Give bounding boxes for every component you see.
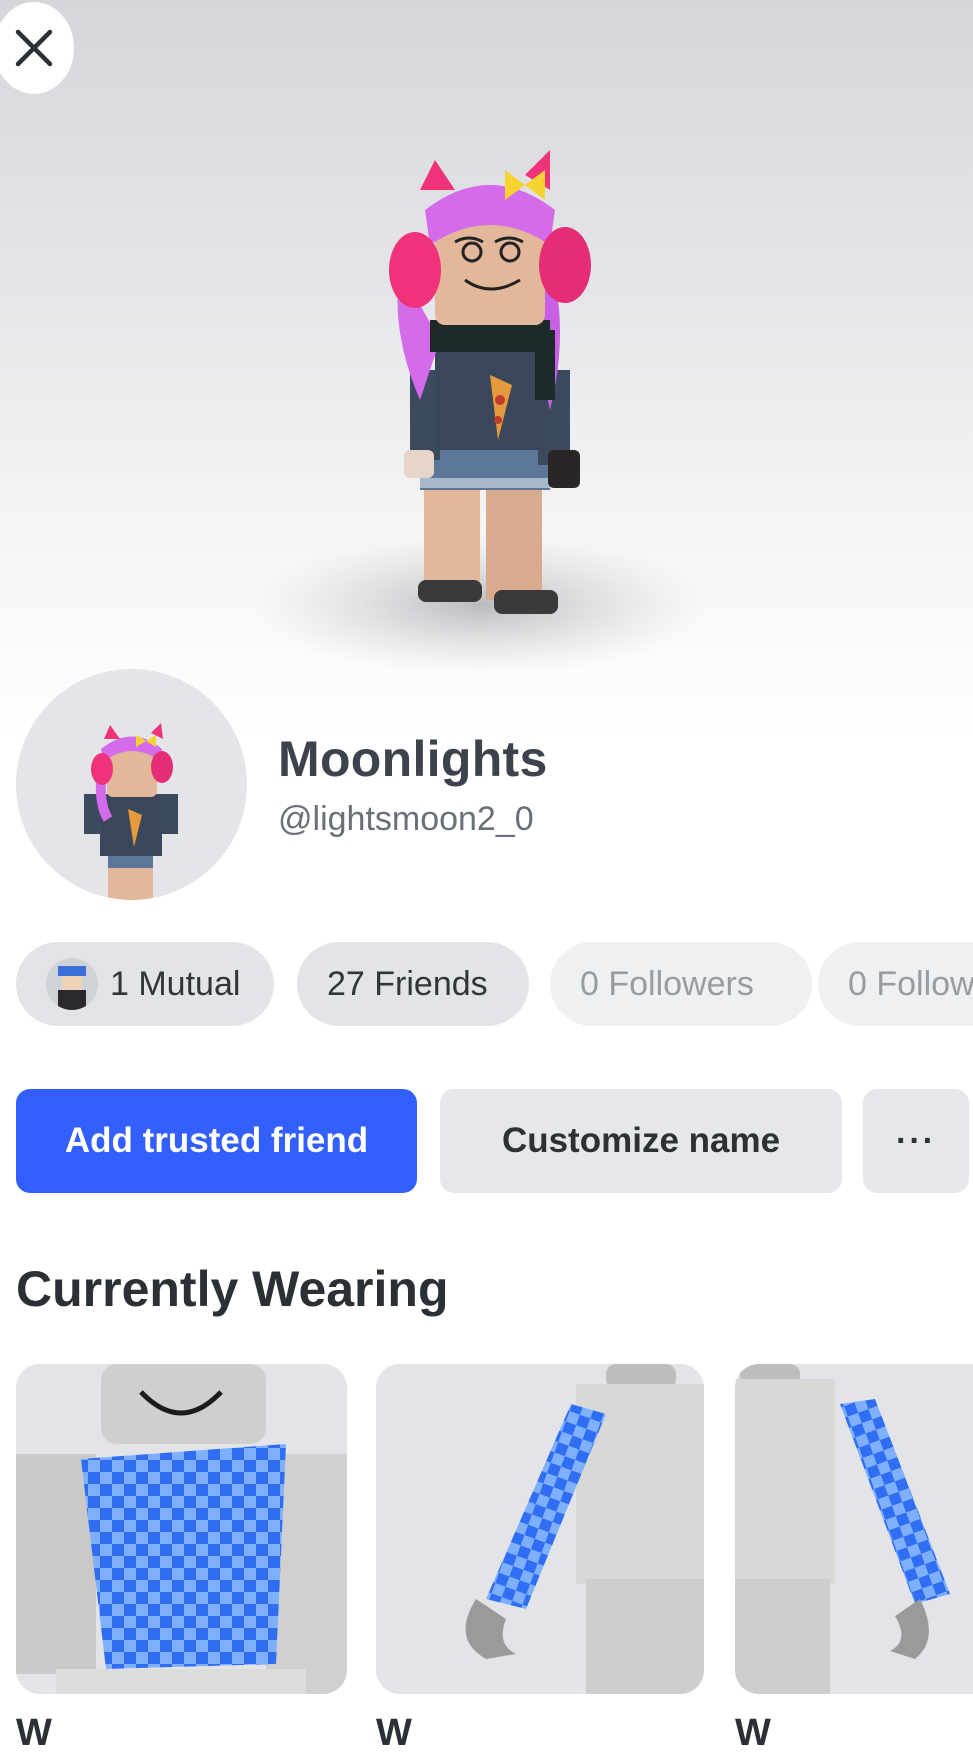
more-icon: ··· bbox=[896, 1121, 936, 1160]
item-thumbnail-left-arm bbox=[735, 1364, 973, 1694]
mutual-count: 1 Mutual bbox=[110, 964, 241, 1003]
wearing-item-label: W bbox=[376, 1712, 412, 1754]
following-pill[interactable]: 0 Follow bbox=[818, 942, 973, 1026]
close-button[interactable] bbox=[0, 2, 74, 94]
wearing-item-card-left-arm[interactable] bbox=[735, 1364, 973, 1694]
wearing-item-card-torso[interactable] bbox=[16, 1364, 347, 1694]
profile-avatar[interactable] bbox=[16, 669, 247, 900]
close-icon bbox=[15, 29, 53, 67]
stats-row: 1 Mutual 27 Friends 0 Followers 0 Follow bbox=[16, 942, 973, 1026]
wearing-item-label: W bbox=[735, 1712, 771, 1754]
mutual-friends-pill[interactable]: 1 Mutual bbox=[16, 942, 274, 1026]
followers-pill[interactable]: 0 Followers bbox=[550, 942, 812, 1026]
friends-count: 27 Friends bbox=[327, 964, 488, 1003]
display-name: Moonlights bbox=[278, 731, 548, 787]
customize-name-button[interactable]: Customize name bbox=[440, 1089, 842, 1193]
mutual-avatar bbox=[46, 958, 98, 1010]
friends-pill[interactable]: 27 Friends bbox=[297, 942, 529, 1026]
username: @lightsmoon2_0 bbox=[278, 800, 534, 838]
currently-wearing-title: Currently Wearing bbox=[16, 1261, 449, 1317]
more-options-button[interactable]: ··· bbox=[863, 1089, 969, 1193]
avatar-3d-model[interactable] bbox=[250, 150, 710, 670]
following-count: 0 Follow bbox=[848, 964, 973, 1003]
item-thumbnail-torso bbox=[16, 1364, 347, 1694]
item-thumbnail-right-arm bbox=[376, 1364, 704, 1694]
avatar-thumbnail bbox=[84, 723, 178, 900]
add-trusted-friend-button[interactable]: Add trusted friend bbox=[16, 1089, 417, 1193]
followers-count: 0 Followers bbox=[580, 964, 754, 1003]
wearing-item-card-right-arm[interactable] bbox=[376, 1364, 704, 1694]
avatar-hero bbox=[0, 0, 973, 740]
wearing-item-label: W bbox=[16, 1712, 52, 1754]
